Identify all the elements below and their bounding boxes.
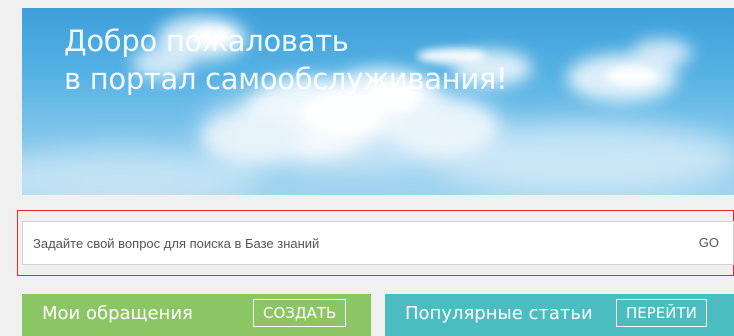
knowledge-base-search: GO <box>22 221 734 265</box>
welcome-title-line-2: в портал самообслуживания! <box>64 62 508 96</box>
welcome-title: Добро пожаловать в портал самообслуживан… <box>64 22 508 98</box>
go-button[interactable]: GO <box>699 222 719 264</box>
self-service-portal: Добро пожаловать в портал самообслуживан… <box>0 0 734 336</box>
welcome-title-line-1: Добро пожаловать <box>64 24 349 58</box>
my-requests-title: Мои обращения <box>42 303 193 324</box>
create-request-button[interactable]: СОЗДАТЬ <box>253 299 347 327</box>
my-requests-panel: Мои обращения СОЗДАТЬ <box>22 294 371 336</box>
search-input[interactable] <box>33 222 633 264</box>
popular-articles-title: Популярные статьи <box>405 303 593 324</box>
go-to-articles-button[interactable]: ПЕРЕЙТИ <box>616 299 707 327</box>
popular-articles-panel: Популярные статьи ПЕРЕЙТИ <box>385 294 734 336</box>
welcome-banner: Добро пожаловать в портал самообслуживан… <box>22 8 734 195</box>
